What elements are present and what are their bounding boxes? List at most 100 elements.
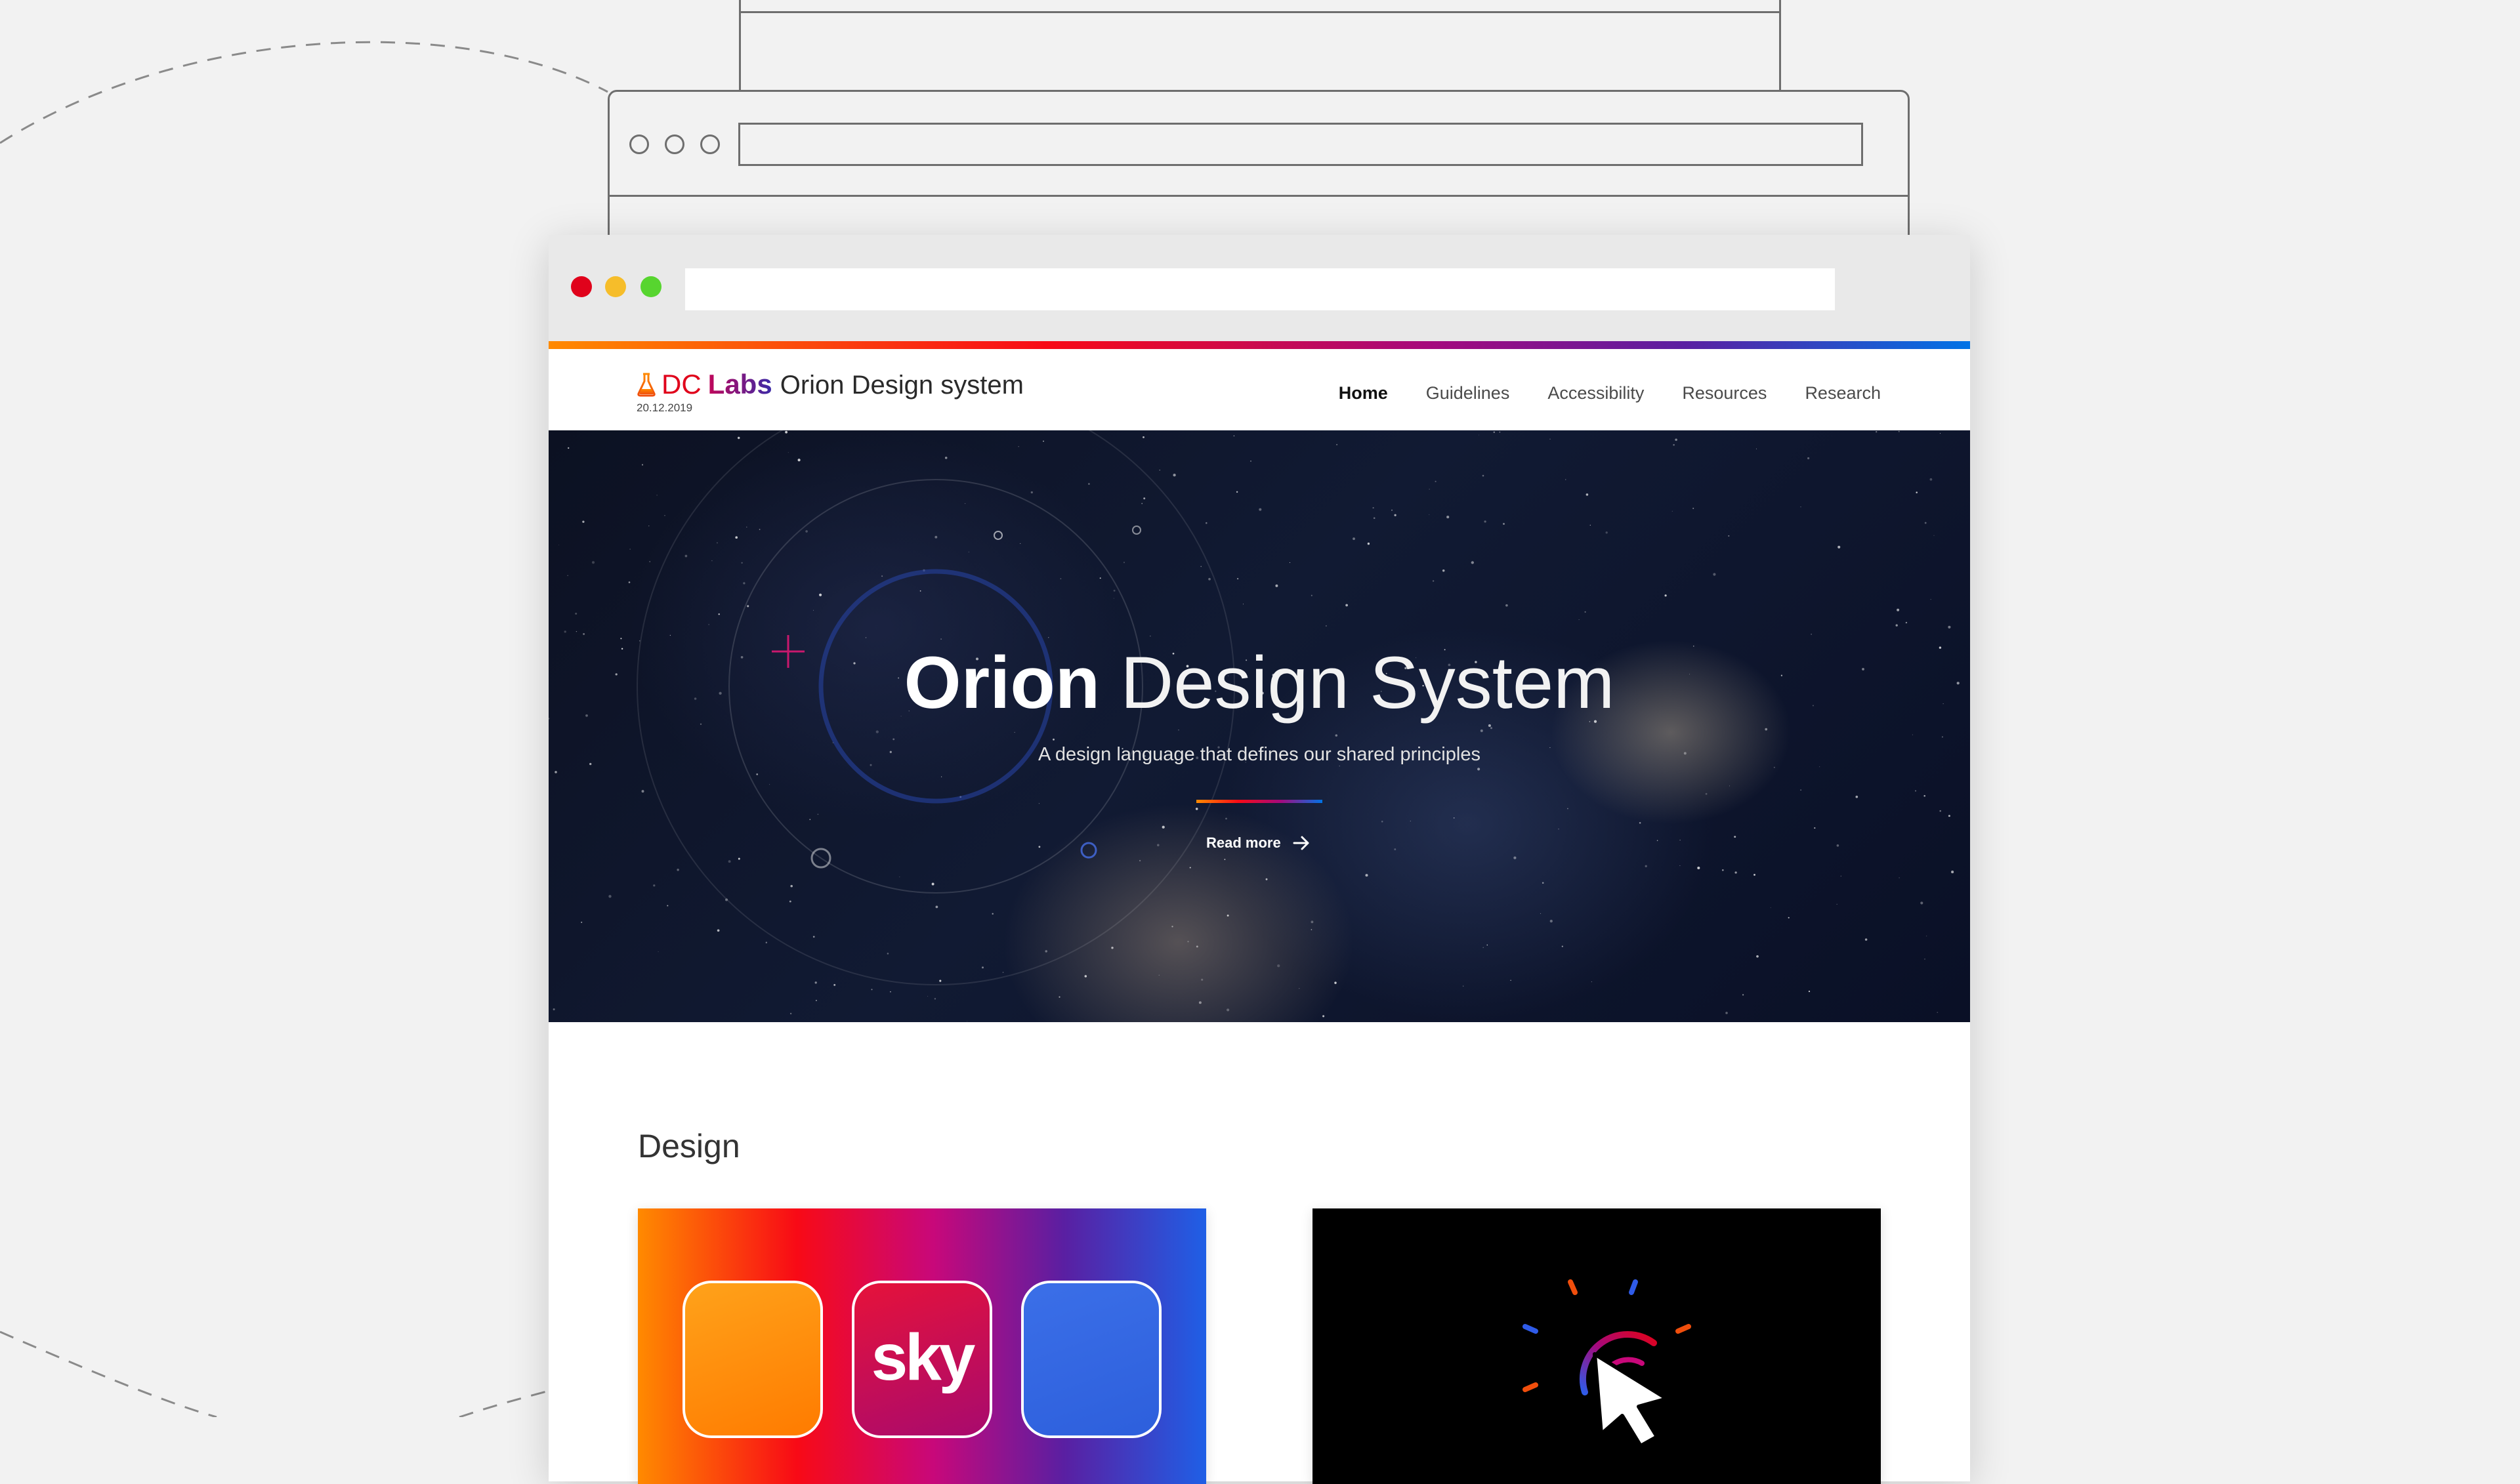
star-dot: [769, 784, 770, 785]
star-dot: [1838, 545, 1841, 548]
close-window-button[interactable]: [571, 276, 592, 297]
star-dot: [1697, 866, 1700, 870]
star-dot: [677, 869, 679, 871]
star-dot: [1335, 734, 1338, 737]
star-dot: [1345, 604, 1348, 607]
address-bar-outline: [738, 123, 1863, 166]
star-dot: [1372, 507, 1374, 509]
nav-item-research[interactable]: Research: [1805, 383, 1881, 403]
star-dot: [1311, 920, 1314, 924]
star-dot: [809, 819, 811, 820]
star-dot: [1705, 793, 1708, 795]
star-dot: [1236, 577, 1239, 580]
star-dot: [1365, 874, 1368, 877]
nav-item-accessibility[interactable]: Accessibility: [1547, 383, 1644, 403]
design-card-interaction[interactable]: [1312, 1208, 1881, 1484]
star-dot: [582, 520, 585, 523]
star-dot: [1920, 901, 1923, 905]
star-dot: [1754, 873, 1755, 876]
star-dot: [1586, 493, 1589, 496]
star-dot: [608, 895, 612, 898]
read-more-label: Read more: [1206, 835, 1281, 851]
star-dot: [567, 575, 568, 576]
star-dot: [741, 562, 743, 564]
divider: [741, 11, 1779, 13]
hero-gradient-divider: [1196, 800, 1322, 803]
star-dot: [1311, 929, 1312, 930]
star-dot: [805, 530, 808, 533]
hero-title-rest: Design System: [1120, 642, 1615, 724]
brand-title: Orion Design system: [780, 371, 1024, 400]
star-dot: [1584, 611, 1586, 613]
star-dot: [1018, 446, 1019, 447]
star-dot: [576, 630, 578, 632]
star-dot: [583, 632, 585, 635]
star-dot: [1030, 491, 1033, 494]
star-dot: [1923, 794, 1925, 797]
star-dot: [641, 464, 644, 466]
star-dot: [1099, 577, 1101, 579]
star-dot: [1939, 810, 1941, 812]
star-dot: [1173, 473, 1176, 477]
star-dot: [553, 1008, 555, 1011]
design-card-branding[interactable]: sky: [638, 1208, 1206, 1484]
read-more-link[interactable]: Read more: [1206, 833, 1311, 853]
divider: [610, 195, 1908, 197]
star-dot: [1916, 491, 1918, 493]
star-dot: [1948, 815, 1950, 817]
minimize-window-button[interactable]: [605, 276, 626, 297]
star-dot: [591, 561, 595, 564]
star-dot: [568, 447, 570, 449]
star-dot: [747, 605, 749, 608]
browser-toolbar: [549, 235, 1970, 341]
star-dot: [797, 459, 801, 462]
star-dot: [1038, 803, 1040, 804]
star-dot: [919, 590, 921, 592]
star-dot: [813, 609, 814, 611]
address-bar[interactable]: [685, 268, 1835, 310]
star-dot: [819, 593, 822, 596]
star-dot: [934, 998, 936, 1000]
star-dot: [1836, 903, 1838, 905]
star-dot: [1933, 535, 1935, 536]
star-dot: [1734, 835, 1736, 838]
star-dot: [735, 536, 738, 539]
star-dot: [738, 857, 740, 860]
star-dot: [785, 430, 788, 434]
star-dot: [939, 979, 942, 982]
star-dot: [833, 983, 836, 986]
star-dot: [1486, 944, 1488, 946]
star-dot: [1729, 785, 1730, 787]
star-dot: [1924, 522, 1927, 524]
star-dot: [1819, 766, 1820, 768]
star-dot: [1480, 729, 1483, 732]
nav-item-resources[interactable]: Resources: [1682, 383, 1767, 403]
star-dot: [1394, 514, 1396, 516]
section-title-design: Design: [638, 1128, 740, 1165]
maximize-window-button[interactable]: [640, 276, 662, 297]
star-dot: [789, 900, 791, 903]
star-dot: [1948, 625, 1951, 629]
star-dot: [1490, 727, 1493, 730]
star-dot: [1811, 633, 1812, 635]
star-dot: [711, 560, 713, 562]
nav-item-guidelines[interactable]: Guidelines: [1426, 383, 1510, 403]
hero-banner: Orion Design System A design language th…: [549, 430, 1970, 1022]
star-dot: [575, 612, 578, 615]
star-dot: [1905, 621, 1908, 624]
star-dot: [1788, 917, 1790, 918]
star-dot: [1671, 510, 1673, 512]
star-dot: [728, 860, 731, 863]
site-logo[interactable]: DC Labs Orion Design system: [637, 369, 1024, 400]
star-dot: [1277, 964, 1280, 968]
star-dot: [1567, 808, 1568, 810]
star-dot: [1048, 637, 1049, 638]
star-dot: [1499, 431, 1501, 433]
nav-item-home[interactable]: Home: [1339, 383, 1388, 403]
star-dot: [935, 905, 938, 909]
star-dot: [1225, 817, 1227, 820]
star-dot: [865, 637, 867, 638]
star-dot: [669, 634, 671, 636]
star-dot: [1540, 913, 1542, 915]
star-dot: [1692, 507, 1694, 509]
